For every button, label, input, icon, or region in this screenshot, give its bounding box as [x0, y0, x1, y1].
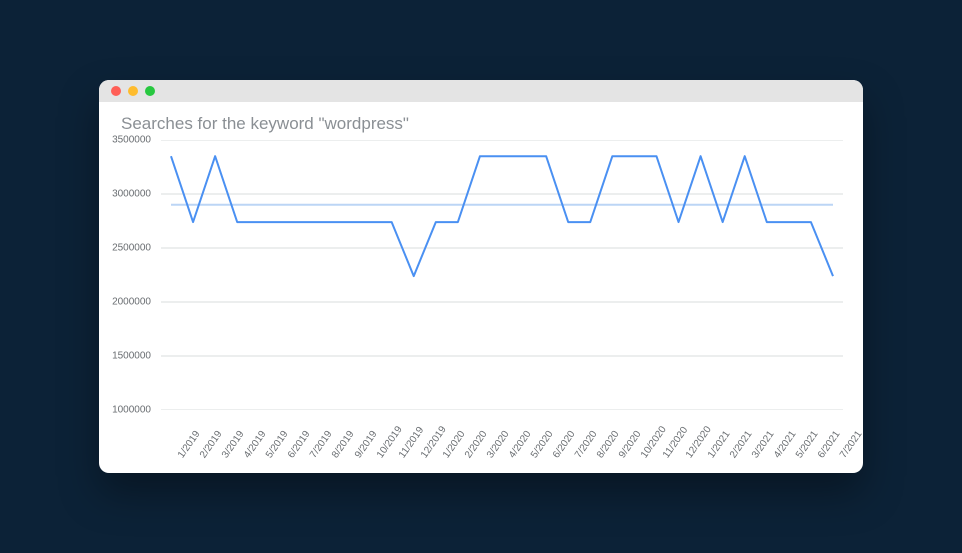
- y-tick-label: 2000000: [112, 297, 151, 308]
- y-tick-label: 3000000: [112, 189, 151, 200]
- y-tick-label: 1000000: [112, 405, 151, 416]
- y-tick-label: 1500000: [112, 351, 151, 362]
- minimize-icon[interactable]: [128, 86, 138, 96]
- x-tick-label: 1/2019: [176, 429, 203, 460]
- x-tick-label: 8/2019: [330, 429, 357, 460]
- line-chart: [161, 140, 843, 410]
- y-tick-label: 3500000: [112, 135, 151, 146]
- series-searches: [171, 156, 833, 276]
- close-icon[interactable]: [111, 86, 121, 96]
- y-axis-labels: 1000000150000020000002500000300000035000…: [99, 140, 157, 410]
- zoom-icon[interactable]: [145, 86, 155, 96]
- x-axis-labels: 1/20192/20193/20194/20195/20196/20197/20…: [161, 410, 843, 470]
- window-titlebar: [99, 80, 863, 102]
- y-tick-label: 2500000: [112, 243, 151, 254]
- x-tick-label: 9/2019: [353, 429, 380, 460]
- chart-title: Searches for the keyword "wordpress": [121, 114, 409, 134]
- browser-window: Searches for the keyword "wordpress" 100…: [99, 80, 863, 473]
